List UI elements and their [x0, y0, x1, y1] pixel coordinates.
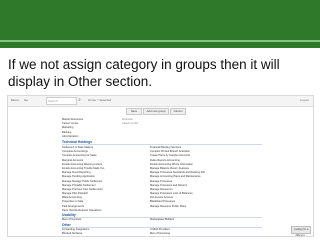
category-name: Emails [150, 236, 158, 237]
title-bar-stripe [0, 40, 320, 42]
save-button[interactable]: Save [126, 108, 142, 115]
action-bar: Save Add new group Cancel [8, 107, 313, 115]
slide-title-bar [0, 0, 320, 48]
category-name: Marketplace Builders [150, 218, 175, 221]
search-icon[interactable]: ⌕ [78, 97, 84, 103]
category-name: Administration [62, 134, 79, 138]
search-input[interactable]: Search [46, 97, 77, 105]
category-row[interactable]: Emails [148, 236, 233, 237]
logout-link[interactable]: Logout [300, 97, 309, 103]
go-button[interactable]: Go [24, 97, 28, 103]
category-name: Menu Processes [62, 218, 82, 221]
section-divider [62, 144, 262, 145]
slide-caption: If we not assign category in groups then… [8, 57, 280, 89]
category-row[interactable]: Public Messages [60, 236, 145, 237]
technical-middle-list: Financial Banking Services Complex Printe… [148, 146, 233, 209]
cancel-button[interactable]: Cancel [170, 108, 186, 115]
menu-button[interactable]: Menu [11, 97, 19, 103]
app-topbar: Menu Go Search ⌕ Home > Selected Logout [8, 96, 313, 107]
category-row[interactable]: Manage Resource Public Plans [148, 205, 233, 209]
category-row[interactable]: Administration [60, 135, 145, 139]
category-name: Public Messages [62, 236, 82, 237]
category-row[interactable]: Menu Processes [60, 218, 145, 222]
usability-left-list: Menu Processes [60, 218, 145, 222]
usability-middle-list: Marketplace Builders [148, 218, 233, 222]
category-row[interactable]: Marketplace Builders [148, 218, 233, 222]
notice-box[interactable]: Looking for a different... [291, 226, 311, 236]
top-category-list: Market Resources Financial Career Center Ca… [60, 118, 145, 139]
category-name: Manage Resource Public Plans [150, 204, 187, 208]
breadcrumb[interactable]: Home > Selected [88, 97, 111, 103]
add-group-button[interactable]: Add new group [143, 108, 169, 115]
technical-left-list: Settlement & State Matters Complete Accou… [60, 146, 145, 213]
other-middle-list: Unified ProvidersMenu ProcessingEmailsPa… [148, 228, 233, 237]
other-left-list: Forwarding IntegrationsBlocked SurfacesP… [60, 228, 145, 237]
embedded-screenshot: Menu Go Search ⌕ Home > Selected Logout … [7, 95, 314, 237]
